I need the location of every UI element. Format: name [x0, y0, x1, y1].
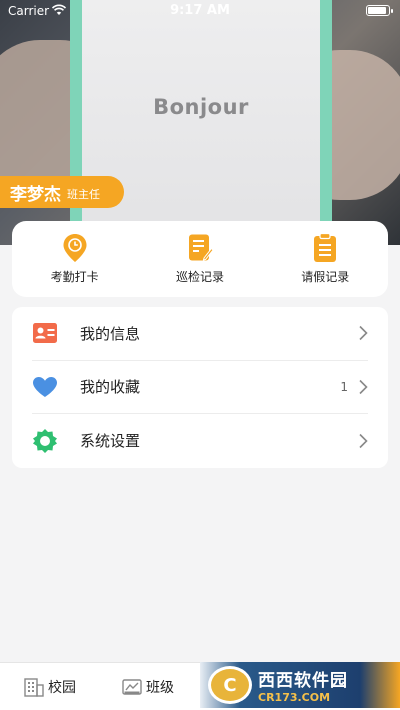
tab-class[interactable]: 班级	[122, 677, 174, 697]
watermark-title: 西西软件园	[258, 671, 348, 691]
attendance-button[interactable]: 考勤打卡	[20, 233, 130, 285]
watermark-subtitle: CR173.COM	[258, 691, 331, 704]
edit-document-icon	[188, 234, 213, 261]
photo-text: Bonjour	[153, 95, 249, 119]
user-badge: 李梦杰 班主任	[0, 176, 124, 208]
battery-icon	[366, 5, 393, 16]
menu-item-settings[interactable]: 系统设置	[32, 414, 368, 468]
menu-item-label: 我的收藏	[80, 378, 141, 397]
tab-campus-label: 校园	[48, 679, 76, 696]
chevron-right-icon	[359, 379, 368, 394]
menu-item-label: 系统设置	[80, 432, 141, 451]
status-time: 9:17 AM	[170, 3, 230, 18]
status-bar: Carrier 9:17 AM	[0, 0, 400, 22]
settings-icon	[32, 428, 58, 454]
tab-campus[interactable]: 校园	[24, 677, 76, 697]
menu-item-my-info[interactable]: 我的信息	[32, 307, 368, 361]
user-role: 班主任	[67, 188, 100, 201]
user-name: 李梦杰	[10, 184, 61, 205]
quick-actions-card: 考勤打卡 巡检记录 请假记录	[12, 221, 388, 297]
id-card-icon	[32, 320, 58, 346]
attendance-label: 考勤打卡	[50, 270, 99, 284]
menu-item-favorites[interactable]: 我的收藏 1	[32, 361, 368, 415]
tab-class-label: 班级	[146, 679, 174, 696]
chevron-right-icon	[359, 326, 368, 341]
location-pin-icon	[63, 234, 87, 262]
heart-icon	[32, 374, 58, 400]
leave-button[interactable]: 请假记录	[270, 233, 380, 285]
inspection-button[interactable]: 巡检记录	[145, 233, 255, 285]
menu-item-label: 我的信息	[80, 324, 141, 343]
inspection-label: 巡检记录	[175, 270, 224, 284]
favorites-count-badge: 1	[340, 379, 348, 394]
clipboard-icon	[314, 233, 337, 262]
watermark-logo: C	[208, 666, 252, 704]
site-watermark: C 西西软件园 CR173.COM	[200, 662, 400, 708]
leave-label: 请假记录	[301, 270, 350, 284]
menu-card: 我的信息 我的收藏 1 系统设置	[12, 307, 388, 468]
chevron-right-icon	[359, 433, 368, 449]
class-icon	[122, 678, 142, 695]
building-icon	[24, 677, 44, 697]
header-photo: Bonjour	[0, 0, 400, 245]
